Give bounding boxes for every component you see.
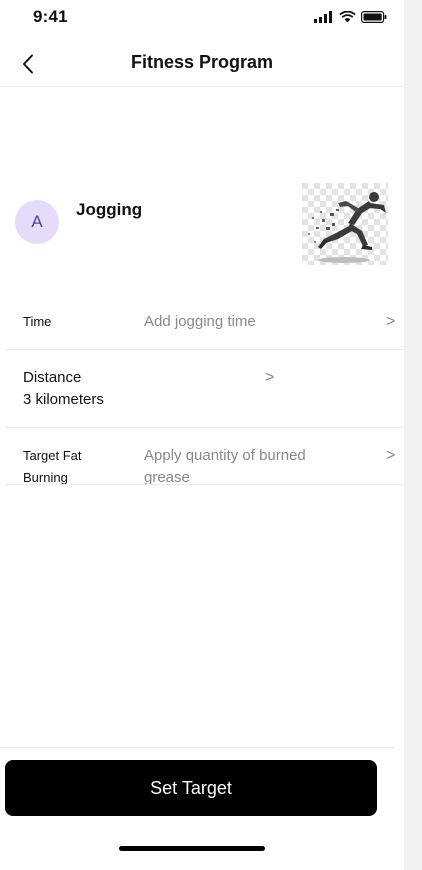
fat-chevron-icon[interactable]: >	[386, 445, 395, 467]
time-input-placeholder[interactable]: Add jogging time	[144, 311, 256, 333]
divider	[5, 427, 404, 428]
side-panel	[404, 0, 422, 870]
battery-icon	[361, 11, 387, 23]
bottom-divider	[0, 747, 394, 748]
wifi-icon	[339, 11, 356, 23]
fat-placeholder-line1[interactable]: Apply quantity of burned	[144, 445, 306, 467]
status-time: 9:41	[33, 7, 68, 26]
page-title: Fitness Program	[130, 52, 274, 72]
running-figure-image	[302, 183, 388, 265]
navigation-bar: Fitness Program	[0, 40, 404, 87]
distance-chevron-icon[interactable]: >	[265, 367, 274, 389]
fat-burning-row[interactable]: Target Fat Burning Apply quantity of bur…	[0, 444, 404, 484]
set-target-button[interactable]: Set Target	[5, 760, 377, 816]
time-chevron-icon[interactable]: >	[386, 311, 395, 333]
status-icons	[314, 9, 387, 25]
distance-label: Distance	[23, 369, 82, 386]
time-label: Time	[23, 314, 52, 329]
distance-value[interactable]: 3 kilometers	[23, 389, 104, 411]
fat-placeholder-line2[interactable]: grease	[144, 467, 190, 484]
activity-avatar: A	[15, 200, 59, 244]
home-indicator	[119, 846, 265, 851]
fat-label-line2: Burning	[23, 470, 68, 484]
signal-icon	[314, 11, 332, 23]
divider	[5, 484, 404, 485]
fat-label-line1: Target Fat	[23, 448, 82, 463]
divider	[5, 349, 404, 350]
phone-screen: 9:41 Fitness Program A Jogging Time Add …	[0, 0, 404, 870]
activity-title: Jogging	[76, 200, 143, 219]
